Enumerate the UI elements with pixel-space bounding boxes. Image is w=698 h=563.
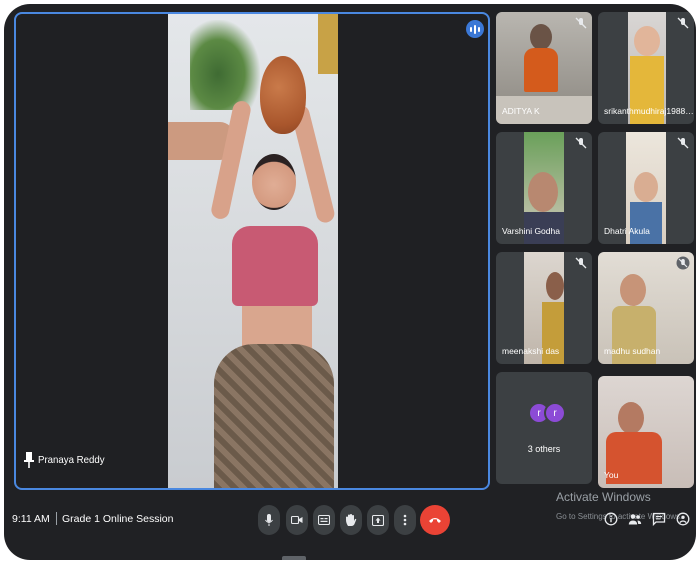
participant-tile-others[interactable]: r r 3 others: [496, 372, 592, 484]
camera-icon: [291, 515, 303, 525]
participant-name: Varshini Godha: [502, 226, 560, 236]
mic-off-icon: [575, 17, 587, 29]
mic-off-icon: [677, 137, 689, 149]
present-button[interactable]: [367, 505, 389, 535]
raise-hand-icon: [346, 514, 357, 526]
others-count-label: 3 others: [527, 444, 561, 454]
participant-name: ADITYA K: [502, 106, 540, 116]
captions-button[interactable]: [313, 505, 335, 535]
more-options-button[interactable]: [394, 505, 416, 535]
chat-icon[interactable]: [652, 512, 666, 526]
participant-tile-madhu[interactable]: madhu sudhan: [598, 252, 694, 364]
end-call-icon: [429, 518, 441, 523]
participant-name: Dhatri Akula: [604, 226, 650, 236]
pin-icon[interactable]: [24, 452, 34, 468]
meeting-title: Grade 1 Online Session: [62, 513, 174, 525]
main-video-feed: [168, 14, 338, 488]
participant-tile-dhatri[interactable]: Dhatri Akula: [598, 132, 694, 244]
people-icon[interactable]: [628, 512, 642, 526]
raise-hand-button[interactable]: [340, 505, 362, 535]
participant-name: madhu sudhan: [604, 346, 661, 356]
main-speaker-name: Pranaya Reddy: [38, 454, 105, 466]
main-speaker-tile[interactable]: Pranaya Reddy: [14, 12, 490, 490]
meet-window: Pranaya Reddy ADITYA K srikanthmudhiraj1…: [4, 4, 696, 560]
activate-windows-title: Activate Windows: [556, 490, 651, 504]
more-options-icon: [403, 514, 407, 526]
self-view-tile[interactable]: You: [598, 376, 694, 488]
captions-icon: [318, 515, 330, 525]
participant-name: meenakshi das: [502, 346, 560, 356]
participant-name: srikanthmudhiraj1988 ...: [604, 106, 694, 116]
participant-tile-aditya[interactable]: ADITYA K: [496, 12, 592, 124]
participant-tile-varshini[interactable]: Varshini Godha: [496, 132, 592, 244]
microphone-button[interactable]: [258, 505, 280, 535]
mic-off-icon: [676, 256, 690, 270]
microphone-icon: [265, 514, 273, 526]
audio-level-icon: [466, 20, 484, 38]
clock-text: 9:11 AM: [12, 513, 50, 525]
mic-off-icon: [575, 257, 587, 269]
present-icon: [372, 514, 384, 526]
activities-icon[interactable]: [676, 512, 690, 526]
participant-name: You: [604, 470, 619, 480]
mic-off-icon: [575, 137, 587, 149]
divider: [56, 512, 57, 525]
participant-tile-meenakshi[interactable]: meenakshi das: [496, 252, 592, 364]
info-icon[interactable]: [604, 512, 618, 526]
camera-button[interactable]: [286, 505, 308, 535]
end-call-button[interactable]: [420, 505, 450, 535]
mic-off-icon: [677, 17, 689, 29]
participant-tile-srikanth[interactable]: srikanthmudhiraj1988 ...: [598, 12, 694, 124]
avatar: r: [544, 402, 566, 424]
taskbar-handle: [282, 556, 306, 560]
